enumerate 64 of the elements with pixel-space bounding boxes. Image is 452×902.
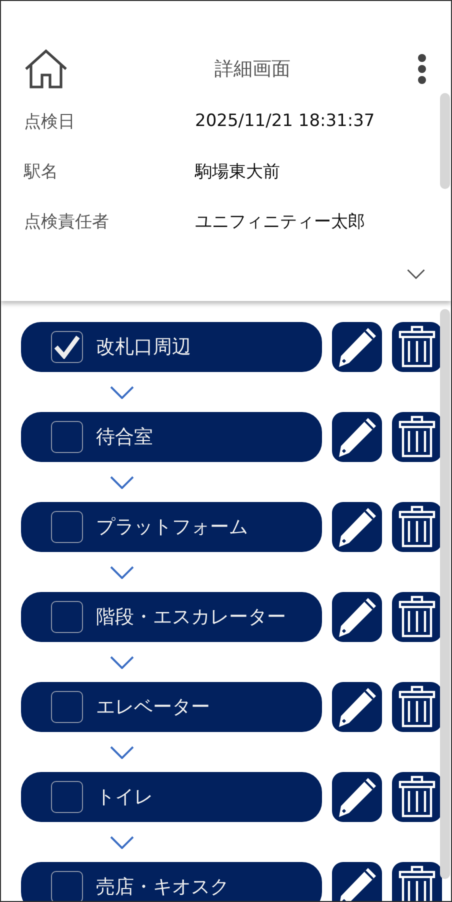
detail-label: 点検日 (24, 110, 76, 132)
checkpoint-name: 売店・キオスク (96, 875, 229, 900)
detail-value: ユニフィニティー太郎 (195, 210, 366, 232)
trash-icon (398, 595, 436, 639)
expand-button[interactable] (407, 269, 425, 279)
edit-button[interactable] (332, 682, 382, 732)
delete-button[interactable] (392, 682, 442, 732)
detail-label: 点検責任者 (24, 210, 110, 232)
checkpoint-name: 階段・エスカレーター (96, 605, 286, 630)
scrollbar[interactable] (440, 309, 450, 879)
chevron-down-icon (110, 746, 134, 758)
checkpoint-name: 改札口周辺 (96, 335, 191, 360)
edit-button[interactable] (332, 412, 382, 462)
checkbox[interactable] (51, 601, 83, 633)
checkpoint-name: プラットフォーム (96, 515, 248, 540)
edit-button[interactable] (332, 862, 382, 901)
check-icon (54, 335, 80, 359)
checkbox[interactable] (51, 871, 83, 901)
home-button[interactable] (24, 49, 68, 89)
edit-button[interactable] (332, 772, 382, 822)
delete-button[interactable] (392, 862, 442, 901)
trash-icon (398, 505, 436, 549)
home-icon (24, 49, 68, 89)
chevron-down-icon (110, 836, 134, 848)
checkbox[interactable] (51, 691, 83, 723)
checkpoint-item[interactable]: エレベーター (21, 682, 322, 732)
checkpoint-item[interactable]: 待合室 (21, 412, 322, 462)
menu-icon (417, 53, 427, 85)
checkbox[interactable] (51, 331, 83, 363)
scrollbar[interactable] (440, 93, 450, 189)
chevron-down-icon (110, 566, 134, 578)
menu-button[interactable] (417, 53, 427, 85)
trash-icon (398, 685, 436, 729)
trash-icon (398, 865, 436, 901)
trash-icon (398, 325, 436, 369)
checkpoint-name: エレベーター (96, 695, 210, 720)
detail-label: 駅名 (24, 160, 59, 182)
delete-button[interactable] (392, 322, 442, 372)
detail-value: 駒場東大前 (195, 160, 281, 182)
checkpoint-item[interactable]: 売店・キオスク (21, 862, 322, 901)
chevron-down-icon (110, 386, 134, 398)
edit-button[interactable] (332, 502, 382, 552)
delete-button[interactable] (392, 592, 442, 642)
trash-icon (398, 415, 436, 459)
chevron-down-icon (407, 269, 425, 279)
delete-button[interactable] (392, 412, 442, 462)
delete-button[interactable] (392, 772, 442, 822)
checkbox[interactable] (51, 511, 83, 543)
checkbox[interactable] (51, 421, 83, 453)
checkpoint-item[interactable]: トイレ (21, 772, 322, 822)
chevron-down-icon (110, 476, 134, 488)
delete-button[interactable] (392, 502, 442, 552)
detail-value: 2025/11/21 18:31:37 (195, 111, 376, 131)
checkbox[interactable] (51, 781, 83, 813)
checkpoint-item[interactable]: プラットフォーム (21, 502, 322, 552)
checkpoint-name: トイレ (96, 785, 153, 810)
checkpoint-name: 待合室 (96, 425, 153, 450)
edit-button[interactable] (332, 592, 382, 642)
edit-button[interactable] (332, 322, 382, 372)
checkpoint-item[interactable]: 階段・エスカレーター (21, 592, 322, 642)
checkpoint-item[interactable]: 改札口周辺 (21, 322, 322, 372)
screen-title: 詳細画面 (214, 57, 290, 82)
trash-icon (398, 775, 436, 819)
chevron-down-icon (110, 656, 134, 668)
